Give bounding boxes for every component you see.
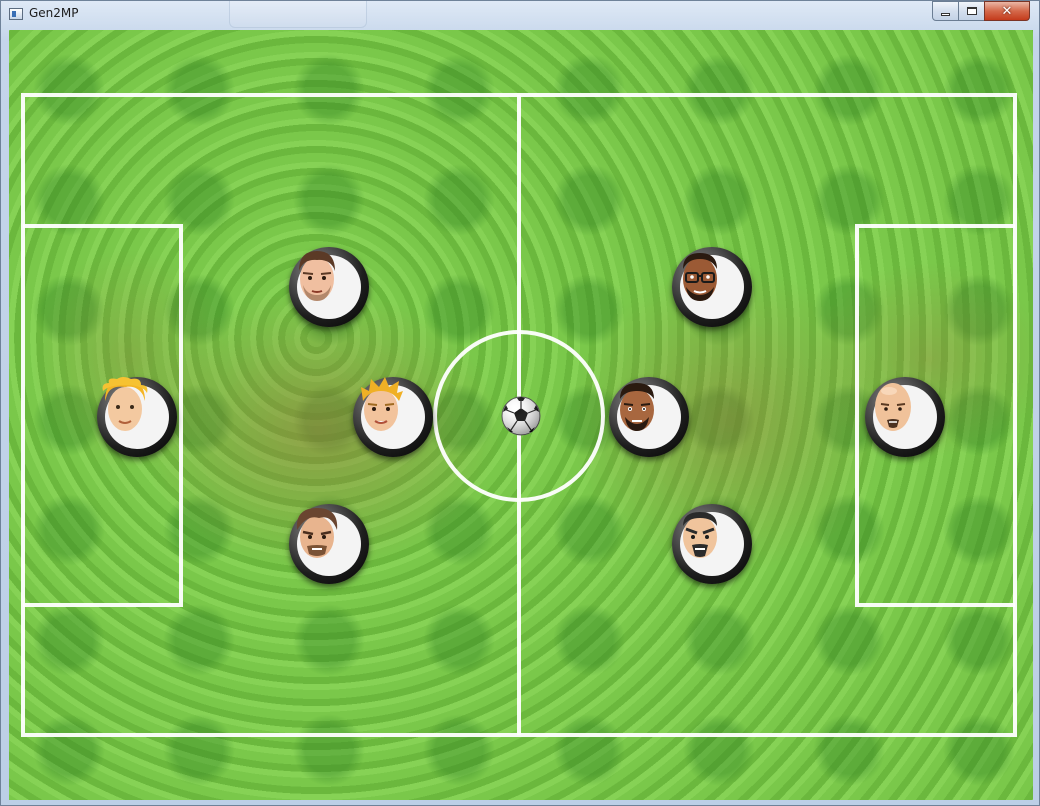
- player-left-mid[interactable]: [353, 377, 433, 457]
- maximize-icon: [966, 7, 977, 15]
- title-bar[interactable]: Gen2MP ✕: [1, 1, 1039, 29]
- soccer-field[interactable]: [9, 30, 1033, 800]
- player-face-icon: [296, 508, 338, 558]
- maximize-button[interactable]: [958, 1, 985, 21]
- app-icon: [9, 8, 23, 20]
- player-face-icon: [361, 377, 403, 431]
- player-left-bottom[interactable]: [289, 504, 369, 584]
- player-right-bottom[interactable]: [672, 504, 752, 584]
- player-face-icon: [620, 383, 654, 431]
- player-face-icon: [875, 383, 911, 431]
- minimize-button[interactable]: [932, 1, 959, 21]
- player-face-icon: [299, 251, 335, 301]
- player-face-icon: [683, 253, 717, 301]
- close-button[interactable]: ✕: [984, 1, 1030, 21]
- player-left-top[interactable]: [289, 247, 369, 327]
- player-right-top[interactable]: [672, 247, 752, 327]
- player-keeper-left[interactable]: [97, 377, 177, 457]
- player-face-icon: [683, 512, 717, 558]
- window-title: Gen2MP: [29, 6, 79, 20]
- player-face-icon: [102, 377, 148, 431]
- player-right-mid[interactable]: [609, 377, 689, 457]
- soccer-ball-icon[interactable]: [501, 396, 541, 436]
- minimize-icon: [941, 12, 950, 16]
- close-icon: ✕: [1001, 3, 1013, 19]
- player-keeper-right[interactable]: [865, 377, 945, 457]
- game-window: Gen2MP ✕: [0, 0, 1040, 806]
- background-window-controls: [229, 1, 367, 28]
